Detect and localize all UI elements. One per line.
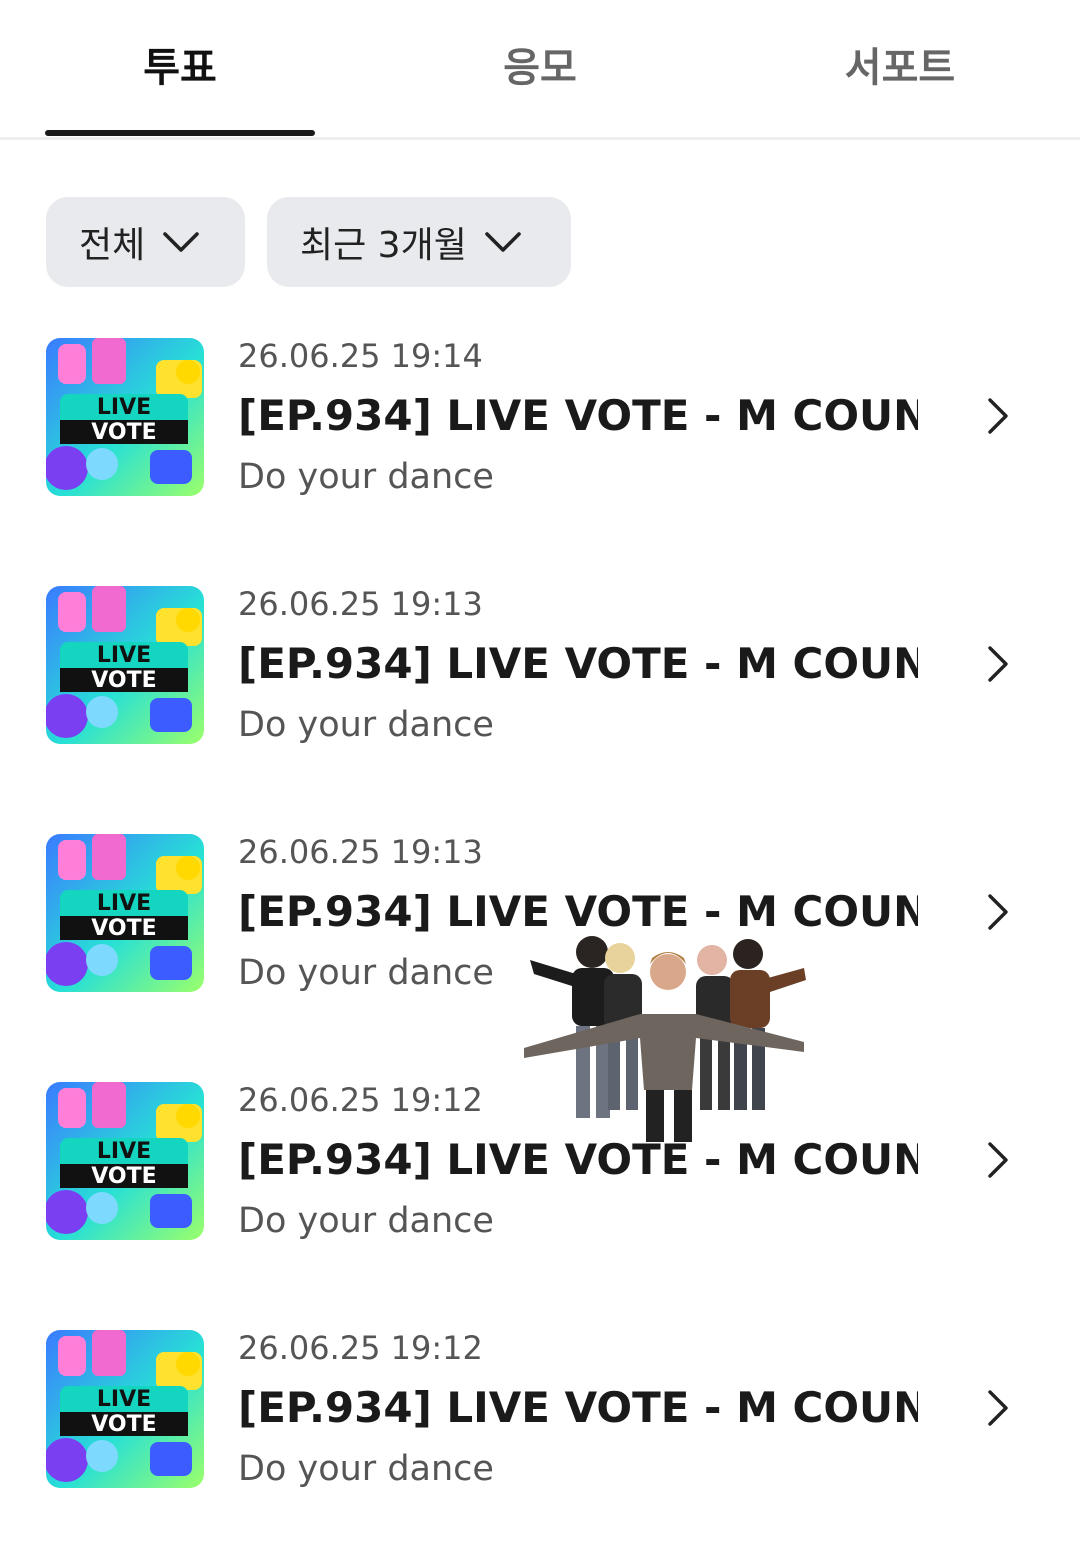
- live-vote-thumbnail: LIVE VOTE: [46, 586, 204, 744]
- live-vote-thumbnail: LIVE VOTE: [46, 1082, 204, 1240]
- period-filter-label: 최근 3개월: [300, 225, 467, 266]
- thumbnail-live-vote-text: LIVE: [97, 395, 151, 420]
- item-subtitle: Do your dance: [238, 1201, 494, 1241]
- item-date: 26.06.25 19:13: [238, 585, 483, 623]
- thumbnail-live-vote-text: VOTE: [91, 1164, 156, 1189]
- item-date: 26.06.25 19:13: [238, 833, 483, 871]
- item-subtitle: Do your dance: [238, 1449, 494, 1489]
- tab-entry[interactable]: 응모: [405, 40, 675, 96]
- chevron-right-icon: [982, 892, 1014, 932]
- chevron-down-icon: [159, 220, 203, 264]
- dancers-sticker: [524, 936, 806, 1142]
- list-item[interactable]: LIVE VOTE 26.06.25 19:14 [EP.934] LIVE V…: [0, 338, 1080, 586]
- list-item[interactable]: LIVE VOTE 26.06.25 19:13 [EP.934] LIVE V…: [0, 586, 1080, 834]
- live-vote-thumbnail: LIVE VOTE: [46, 1330, 204, 1488]
- tab-vote[interactable]: 투표: [45, 40, 315, 96]
- period-filter-button[interactable]: 최근 3개월: [267, 197, 571, 287]
- thumbnail-live-vote-text: VOTE: [91, 916, 156, 941]
- chevron-right-icon: [982, 1140, 1014, 1180]
- thumbnail-live-vote-text: VOTE: [91, 1412, 156, 1437]
- tab-bar: 투표 응모 서포트: [0, 0, 1080, 140]
- active-tab-indicator: [45, 130, 315, 136]
- item-subtitle: Do your dance: [238, 953, 494, 993]
- chevron-down-icon: [481, 220, 525, 264]
- item-title: [EP.934] LIVE VOTE - M COUN...: [238, 639, 918, 688]
- category-filter-button[interactable]: 전체: [46, 197, 245, 287]
- item-title: [EP.934] LIVE VOTE - M COUN...: [238, 1383, 918, 1432]
- category-filter-label: 전체: [79, 225, 146, 266]
- chevron-right-icon: [982, 1388, 1014, 1428]
- item-title: [EP.934] LIVE VOTE - M COUN...: [238, 391, 918, 440]
- item-date: 26.06.25 19:14: [238, 337, 483, 375]
- thumbnail-live-vote-text: VOTE: [91, 420, 156, 445]
- item-date: 26.06.25 19:12: [238, 1081, 483, 1119]
- live-vote-thumbnail: LIVE VOTE: [46, 338, 204, 496]
- thumbnail-live-vote-text: VOTE: [91, 668, 156, 693]
- item-date: 26.06.25 19:12: [238, 1329, 483, 1367]
- tab-support[interactable]: 서포트: [765, 40, 1035, 96]
- thumbnail-live-vote-text: LIVE: [97, 891, 151, 916]
- thumbnail-live-vote-text: LIVE: [97, 1139, 151, 1164]
- dancer-figure: [730, 939, 806, 1110]
- thumbnail-live-vote-text: LIVE: [97, 643, 151, 668]
- list-item[interactable]: LIVE VOTE 26.06.25 19:12 [EP.934] LIVE V…: [0, 1330, 1080, 1557]
- chevron-right-icon: [982, 644, 1014, 684]
- chevron-right-icon: [982, 396, 1014, 436]
- item-subtitle: Do your dance: [238, 705, 494, 745]
- live-vote-thumbnail: LIVE VOTE: [46, 834, 204, 992]
- thumbnail-live-vote-text: LIVE: [97, 1387, 151, 1412]
- app-screen: 투표 응모 서포트 전체 최근 3개월 LIVE VOTE 26.06.25 1…: [0, 0, 1080, 1557]
- item-subtitle: Do your dance: [238, 457, 494, 497]
